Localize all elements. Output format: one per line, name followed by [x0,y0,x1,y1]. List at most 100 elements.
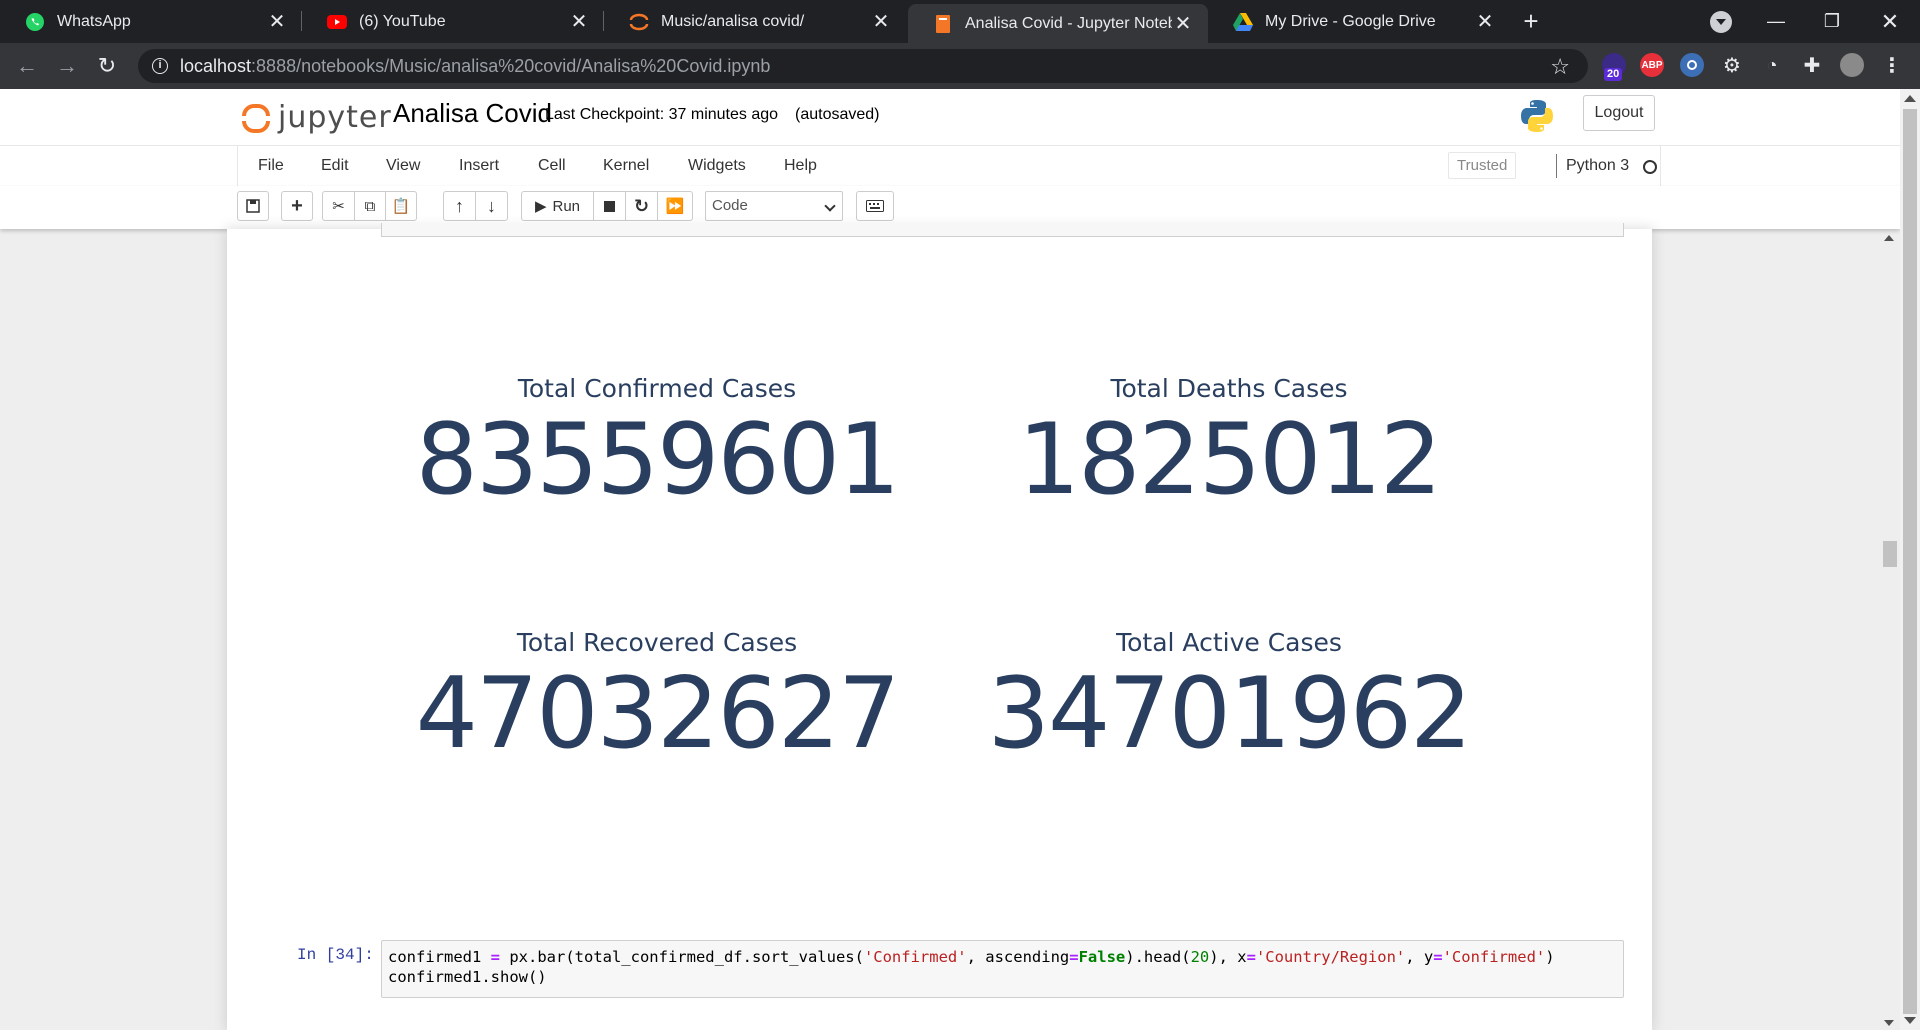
code-token: , y [1405,948,1434,966]
menu-kernel[interactable]: Kernel [603,157,649,175]
restart-run-all-button[interactable]: ⏩ [657,191,693,221]
code-token: ).head( [1125,948,1191,966]
code-token: = [1069,948,1079,966]
speedometer-icon[interactable]: ◔ [1760,53,1784,77]
code-token: ), x [1209,948,1247,966]
extensions-puzzle-icon[interactable]: ✚ [1800,53,1824,77]
tab-title: My Drive - Google Drive [1265,12,1436,30]
menu-widgets[interactable]: Widgets [688,157,746,175]
close-icon[interactable]: ✕ [1172,11,1194,36]
browser-menu-icon[interactable]: ⋮ [1880,53,1904,77]
confirmed-stat: Total Confirmed Cases 83559601 [377,374,937,517]
close-icon[interactable]: ✕ [266,9,288,34]
tab-notebook-active[interactable]: Analisa Covid - Jupyter Notebook ✕ [908,4,1208,43]
python-logo-icon [1519,98,1555,134]
fast-forward-icon: ⏩ [665,198,685,215]
scroll-up-icon[interactable] [1904,95,1916,102]
input-prompt: In [34]: [297,946,374,964]
arrow-up-icon: ↑ [455,195,464,216]
notebook-scrollbar[interactable] [1880,89,1900,1030]
menu-view[interactable]: View [386,157,420,175]
menu-file[interactable]: File [258,157,284,175]
scroll-thumb[interactable] [1883,541,1897,567]
settings-gear-icon[interactable]: ⚙ [1720,53,1744,77]
adblock-label: ABP [1641,59,1663,71]
trusted-indicator[interactable]: Trusted [1448,152,1517,179]
tab-google-drive[interactable]: My Drive - Google Drive ✕ [1208,0,1510,43]
scroll-down-icon[interactable] [1884,1020,1894,1026]
reload-icon[interactable]: ↻ [92,51,122,81]
new-tab-button[interactable]: + [1516,6,1546,36]
command-palette-button[interactable] [856,191,894,221]
code-token: 'Country/Region' [1255,948,1406,966]
tab-jupyter-tree[interactable]: Music/analisa covid/ ✕ [604,0,906,43]
kernel-separator [1556,154,1557,178]
cut-button[interactable]: ✂ [322,191,355,221]
google-drive-icon [1233,12,1253,32]
extension-badge: 20 [1604,68,1623,81]
menu-insert[interactable]: Insert [459,157,499,175]
browser-tab-bar: WhatsApp ✕ (6) YouTube ✕ Music/analisa c… [0,0,1920,43]
run-button[interactable]: ▶ Run [521,191,594,221]
menubar-container: File Edit View Insert Cell Kernel Widget… [237,146,1661,187]
notebook-container: Total Confirmed Cases 83559601 Total Dea… [227,223,1652,1030]
code-cell-editor[interactable]: confirmed1 = px.bar(total_confirmed_df.s… [381,940,1624,998]
play-icon: ▶ [534,198,547,215]
address-bar[interactable]: i localhost:8888/notebooks/Music/analisa… [138,49,1588,83]
tab-search-icon[interactable] [1710,11,1732,33]
autosave-status: (autosaved) [795,106,880,123]
notebook-name[interactable]: Analisa Covid [393,98,552,129]
scroll-up-icon[interactable] [1884,235,1894,241]
url-path: :8888/notebooks/Music/analisa%20covid/An… [251,55,771,76]
menu-edit[interactable]: Edit [321,157,349,175]
previous-cell-edge[interactable] [381,223,1624,237]
url-text[interactable]: localhost:8888/notebooks/Music/analisa%2… [180,56,770,77]
jupyter-header: jupyter Analisa Covid Last Checkpoint: 3… [0,89,1900,145]
cell-type-select[interactable]: Code [705,191,843,221]
restore-icon[interactable]: ❐ [1804,0,1860,43]
adblock-plus-icon[interactable]: ABP [1640,53,1664,77]
insert-cell-button[interactable]: + [281,191,313,221]
site-info-icon[interactable]: i [152,58,168,74]
kernel-name[interactable]: Python 3 [1566,157,1629,175]
bookmark-star-icon[interactable]: ☆ [1550,54,1570,80]
page-content: jupyter Analisa Covid Last Checkpoint: 3… [0,89,1900,1030]
code-token: = [1246,948,1256,966]
move-down-button[interactable]: ↓ [475,191,508,221]
menu-cell[interactable]: Cell [538,157,566,175]
minimize-icon[interactable]: — [1748,0,1804,43]
scroll-thumb[interactable] [1903,109,1917,1014]
code-line: confirmed1.show() [388,968,547,986]
back-icon[interactable]: ← [12,51,42,81]
close-icon[interactable]: ✕ [568,9,590,34]
page-scrollbar[interactable] [1900,89,1920,1030]
active-stat: Total Active Cases 34701962 [949,628,1509,771]
menubar: File Edit View Insert Cell Kernel Widget… [0,145,1900,187]
forward-icon[interactable]: → [52,51,82,81]
scissors-icon: ✂ [332,198,345,215]
copy-button[interactable]: ⧉ [354,191,386,221]
tab-youtube[interactable]: (6) YouTube ✕ [302,0,604,43]
stat-label: Total Active Cases [1116,628,1342,657]
jupyter-logo-arc [242,104,270,116]
youtube-icon [327,12,347,32]
menu-help[interactable]: Help [784,157,817,175]
scroll-down-icon[interactable] [1904,1017,1916,1024]
extension-circle-icon[interactable] [1680,53,1704,77]
paste-button[interactable]: 📋 [385,191,417,221]
close-icon[interactable]: ✕ [1474,9,1496,34]
interrupt-button[interactable] [593,191,626,221]
paste-icon: 📋 [391,198,411,215]
tab-title: WhatsApp [57,12,131,30]
save-button[interactable] [237,191,269,221]
move-up-button[interactable]: ↑ [443,191,476,221]
logout-button[interactable]: Logout [1583,95,1655,131]
jupyter-logo[interactable]: jupyter [242,97,391,137]
restart-button[interactable]: ↻ [625,191,658,221]
stat-label: Total Confirmed Cases [517,374,797,403]
profile-avatar[interactable] [1840,53,1864,77]
keyboard-icon [866,200,884,212]
close-icon[interactable]: ✕ [870,9,892,34]
tab-whatsapp[interactable]: WhatsApp ✕ [0,0,302,43]
window-close-icon[interactable]: ✕ [1862,0,1918,43]
